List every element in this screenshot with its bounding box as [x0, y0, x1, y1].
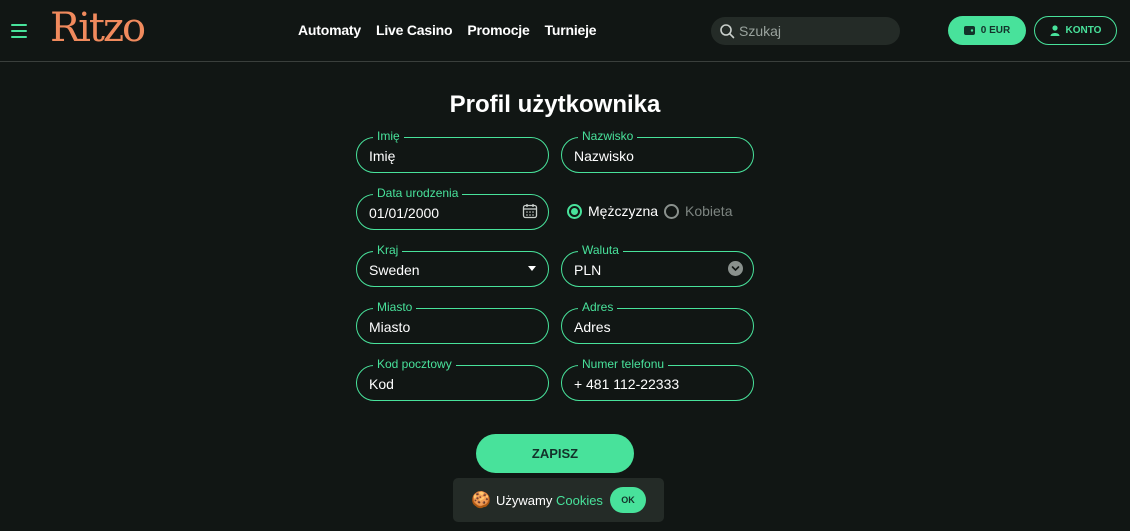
top-header: Ritzo Automaty Live Casino Promocje Turn…	[0, 0, 1130, 62]
page-title: Profil użytkownika	[449, 91, 661, 118]
caret-down-icon	[528, 266, 536, 271]
chevron-down-icon	[728, 261, 743, 276]
address-input[interactable]	[574, 319, 724, 335]
save-button[interactable]: ZAPISZ	[476, 434, 634, 473]
gender-male-label: Mężczyzna	[588, 203, 659, 219]
user-icon	[1050, 25, 1060, 36]
birth-date-field[interactable]: Data urodzenia	[356, 186, 549, 230]
cookie-ok-button[interactable]: OK	[610, 487, 646, 513]
currency-select[interactable]: Waluta PLN	[561, 243, 754, 287]
city-label: Miasto	[373, 300, 417, 314]
last-name-field[interactable]: Nazwisko	[561, 129, 754, 173]
gender-female-radio[interactable]: Kobieta	[664, 203, 732, 219]
birth-date-input[interactable]	[369, 205, 519, 221]
search-input[interactable]	[739, 21, 889, 41]
radio-selected-icon	[567, 203, 582, 219]
nav-item-promocje[interactable]: Promocje	[467, 22, 529, 38]
cookie-banner: 🍪 Używamy Cookies OK	[453, 478, 664, 522]
menu-icon[interactable]	[11, 24, 27, 38]
gender-female-label: Kobieta	[685, 203, 733, 219]
city-field[interactable]: Miasto	[356, 300, 549, 344]
search-box	[711, 17, 900, 45]
first-name-field[interactable]: Imię	[356, 129, 549, 173]
gender-male-radio[interactable]: Mężczyzna	[567, 203, 658, 219]
account-label: KONTO	[1065, 25, 1102, 36]
nav-item-live-casino[interactable]: Live Casino	[376, 22, 453, 38]
birth-date-label: Data urodzenia	[373, 186, 463, 200]
address-field[interactable]: Adres	[561, 300, 754, 344]
last-name-input[interactable]	[574, 148, 724, 164]
postal-code-field[interactable]: Kod pocztowy	[356, 357, 549, 401]
last-name-label: Nazwisko	[578, 129, 638, 143]
nav-item-turnieje[interactable]: Turnieje	[545, 22, 597, 38]
country-label: Kraj	[373, 243, 403, 257]
search-icon	[720, 24, 735, 39]
currency-label: Waluta	[578, 243, 623, 257]
cookies-link[interactable]: Cookies	[556, 493, 603, 508]
wallet-button[interactable]: 0 EUR	[948, 16, 1026, 45]
phone-field[interactable]: Numer telefonu +	[561, 357, 754, 401]
postal-code-label: Kod pocztowy	[373, 357, 456, 371]
main-nav: Automaty Live Casino Promocje Turnieje	[298, 22, 597, 38]
currency-value: PLN	[574, 262, 602, 278]
calendar-icon[interactable]	[522, 203, 538, 219]
wallet-icon	[963, 26, 975, 35]
account-button[interactable]: KONTO	[1034, 16, 1117, 45]
logo[interactable]: Ritzo	[50, 6, 146, 50]
phone-input[interactable]	[586, 376, 736, 392]
phone-prefix: +	[574, 376, 583, 392]
postal-code-input[interactable]	[369, 376, 519, 392]
phone-label: Numer telefonu	[578, 357, 669, 371]
cookie-text: Używamy Cookies	[496, 493, 603, 508]
country-select[interactable]: Kraj Sweden	[356, 243, 549, 287]
cookie-message: Używamy	[496, 493, 553, 508]
cookie-icon: 🍪	[471, 492, 491, 509]
radio-unselected-icon	[664, 203, 679, 219]
nav-item-automaty[interactable]: Automaty	[298, 22, 361, 38]
country-value: Sweden	[369, 262, 420, 278]
address-label: Adres	[578, 300, 618, 314]
wallet-balance: 0 EUR	[980, 25, 1011, 36]
first-name-input[interactable]	[369, 148, 519, 164]
city-input[interactable]	[369, 319, 519, 335]
first-name-label: Imię	[373, 129, 404, 143]
